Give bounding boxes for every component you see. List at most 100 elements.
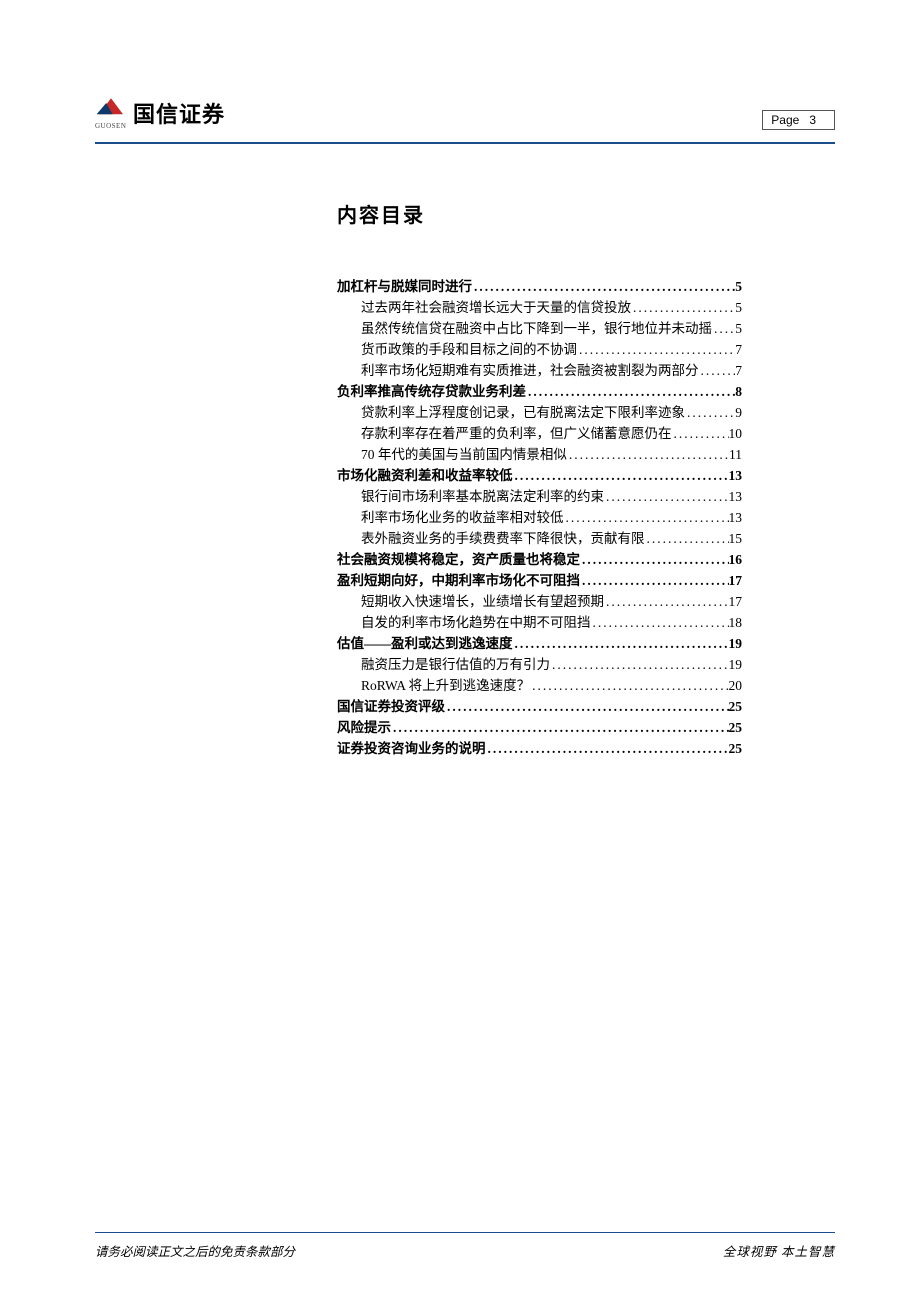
logo-icon: GUOSEN (95, 95, 127, 130)
toc-entry-text: 过去两年社会融资增长远大于天量的信贷投放 (361, 301, 631, 315)
toc-dot-leader (699, 364, 736, 378)
toc-entry-page: 20 (729, 679, 743, 693)
toc-entry-page: 5 (735, 280, 742, 294)
toc-entry-text: 负利率推高传统存贷款业务利差 (337, 385, 526, 399)
company-name: 国信证券 (133, 97, 225, 129)
toc-dot-leader (486, 742, 729, 756)
toc-entry: 市场化融资利差和收益率较低 13 (337, 469, 742, 483)
toc-entry: 银行间市场利率基本脱离法定利率的约束 13 (337, 490, 742, 504)
toc-entry-page: 19 (729, 637, 743, 651)
toc-entry-page: 13 (729, 511, 743, 525)
toc-dot-leader (445, 700, 729, 714)
toc-entry: 盈利短期向好，中期利率市场化不可阻挡 17 (337, 574, 742, 588)
toc-title: 内容目录 (337, 199, 742, 228)
toc-dot-leader (672, 427, 729, 441)
toc-entry-text: 虽然传统信贷在融资中占比下降到一半，银行地位并未动摇 (361, 322, 712, 336)
toc-entry-text: 表外融资业务的手续费费率下降很快，贡献有限 (361, 532, 645, 546)
toc-entry: 存款利率存在着严重的负利率，但广义储蓄意愿仍在 10 (337, 427, 742, 441)
toc-entry-page: 9 (735, 406, 742, 420)
toc-container: 内容目录 加杠杆与脱媒同时进行 5 过去两年社会融资增长远大于天量的信贷投放 5 虽然传… (337, 199, 742, 763)
toc-entry-page: 7 (735, 364, 742, 378)
toc-entry-page: 10 (729, 427, 743, 441)
toc-entry: 过去两年社会融资增长远大于天量的信贷投放 5 (337, 301, 742, 315)
toc-entry: 风险提示25 (337, 721, 742, 735)
toc-entry-page: 5 (735, 322, 742, 336)
toc-entry: 表外融资业务的手续费费率下降很快，贡献有限 15 (337, 532, 742, 546)
toc-entry-text: 市场化融资利差和收益率较低 (337, 469, 513, 483)
page-footer: 请务必阅读正文之后的免责条款部分 全球视野 本土智慧 (95, 1232, 835, 1260)
footer-disclaimer: 请务必阅读正文之后的免责条款部分 (95, 1241, 295, 1260)
toc-entry-text: 利率市场化业务的收益率相对较低 (361, 511, 564, 525)
toc-entry: 利率市场化短期难有实质推进，社会融资被割裂为两部分 7 (337, 364, 742, 378)
toc-entry-page: 17 (729, 574, 743, 588)
toc-entry-page: 13 (729, 469, 743, 483)
toc-dot-leader (604, 595, 729, 609)
page-label: Page (771, 113, 799, 127)
toc-dot-leader (530, 679, 728, 693)
toc-entry-text: 贷款利率上浮程度创记录，已有脱离法定下限利率迹象 (361, 406, 685, 420)
toc-entry-text: 证券投资咨询业务的说明 (337, 742, 486, 756)
toc-entry: 货币政策的手段和目标之间的不协调 7 (337, 343, 742, 357)
toc-entry-text: RoRWA 将上升到逃逸速度？ (361, 679, 530, 693)
toc-dot-leader (645, 532, 729, 546)
toc-entry-page: 19 (729, 658, 743, 672)
toc-entry-text: 短期收入快速增长，业绩增长有望超预期 (361, 595, 604, 609)
toc-entry-page: 5 (735, 301, 742, 315)
toc-entry: 估值——盈利或达到逃逸速度 19 (337, 637, 742, 651)
toc-entry: 证券投资咨询业务的说明 25 (337, 742, 742, 756)
toc-entry-text: 存款利率存在着严重的负利率，但广义储蓄意愿仍在 (361, 427, 672, 441)
toc-dot-leader (513, 469, 729, 483)
toc-dot-leader (580, 574, 729, 588)
toc-entry-text: 融资压力是银行估值的万有引力 (361, 658, 550, 672)
toc-dot-leader (604, 490, 729, 504)
toc-dot-leader (550, 658, 729, 672)
page-number: 3 (809, 113, 816, 127)
toc-entry-page: 7 (735, 343, 742, 357)
toc-entry-text: 银行间市场利率基本脱离法定利率的约束 (361, 490, 604, 504)
toc-entry-page: 18 (729, 616, 743, 630)
toc-entry-page: 15 (729, 532, 743, 546)
toc-entry-page: 13 (729, 490, 743, 504)
page-number-box: Page 3 (762, 110, 835, 130)
toc-entry-text: 社会融资规模将稳定，资产质量也将稳定 (337, 553, 580, 567)
toc-entry-text: 风险提示 (337, 721, 391, 735)
toc-dot-leader (472, 280, 735, 294)
toc-entry-text: 盈利短期向好，中期利率市场化不可阻挡 (337, 574, 580, 588)
toc-entry-page: 17 (729, 595, 743, 609)
toc-dot-leader (685, 406, 735, 420)
toc-dot-leader (564, 511, 729, 525)
toc-dot-leader (577, 343, 735, 357)
toc-entry-text: 国信证券投资评级 (337, 700, 445, 714)
toc-entry: 自发的利率市场化趋势在中期不可阻挡 18 (337, 616, 742, 630)
toc-list: 加杠杆与脱媒同时进行 5 过去两年社会融资增长远大于天量的信贷投放 5 虽然传统信贷在融… (337, 280, 742, 756)
toc-entry: 70 年代的美国与当前国内情景相似11 (337, 448, 742, 462)
toc-entry: 利率市场化业务的收益率相对较低 13 (337, 511, 742, 525)
toc-entry: 融资压力是银行估值的万有引力 19 (337, 658, 742, 672)
toc-entry-text: 货币政策的手段和目标之间的不协调 (361, 343, 577, 357)
toc-entry: 负利率推高传统存贷款业务利差 8 (337, 385, 742, 399)
toc-dot-leader (513, 637, 729, 651)
toc-entry: RoRWA 将上升到逃逸速度？ 20 (337, 679, 742, 693)
toc-entry-page: 25 (729, 742, 743, 756)
toc-entry-text: 加杠杆与脱媒同时进行 (337, 280, 472, 294)
toc-dot-leader (391, 721, 729, 735)
footer-tagline: 全球视野 本土智慧 (723, 1241, 835, 1260)
page-header: GUOSEN 国信证券 Page 3 (95, 95, 835, 144)
toc-entry-text: 利率市场化短期难有实质推进，社会融资被割裂为两部分 (361, 364, 699, 378)
toc-entry: 社会融资规模将稳定，资产质量也将稳定 16 (337, 553, 742, 567)
toc-entry-page: 8 (735, 385, 742, 399)
toc-entry-page: 11 (729, 448, 742, 462)
toc-entry-text: 自发的利率市场化趋势在中期不可阻挡 (361, 616, 591, 630)
toc-entry: 加杠杆与脱媒同时进行 5 (337, 280, 742, 294)
toc-dot-leader (567, 448, 729, 462)
logo-subtext: GUOSEN (95, 122, 127, 130)
toc-dot-leader (631, 301, 735, 315)
toc-entry: 短期收入快速增长，业绩增长有望超预期 17 (337, 595, 742, 609)
toc-dot-leader (591, 616, 729, 630)
toc-entry: 国信证券投资评级 25 (337, 700, 742, 714)
toc-entry-page: 16 (729, 553, 743, 567)
toc-dot-leader (580, 553, 729, 567)
toc-entry-page: 25 (729, 700, 743, 714)
toc-entry-text: 估值——盈利或达到逃逸速度 (337, 637, 513, 651)
toc-entry: 贷款利率上浮程度创记录，已有脱离法定下限利率迹象 9 (337, 406, 742, 420)
